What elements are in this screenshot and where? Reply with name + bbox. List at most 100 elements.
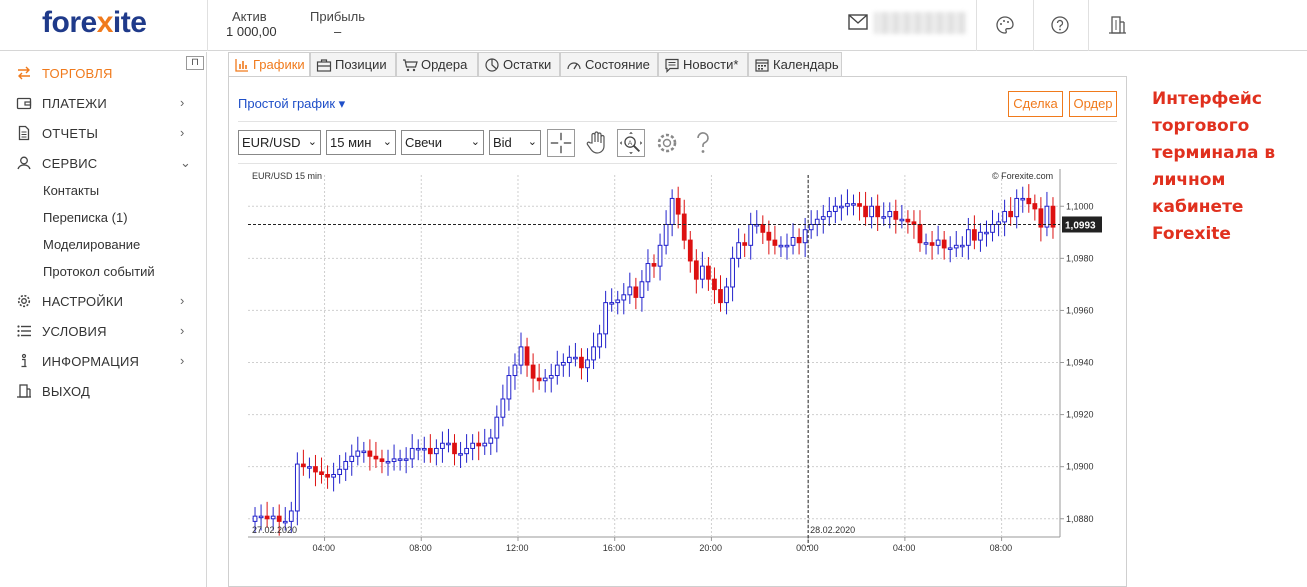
candle-bearish (530, 364, 536, 379)
candle-bullish (252, 515, 258, 522)
chevron-down-icon: ⌄ (527, 136, 537, 148)
candle-bullish (560, 362, 566, 366)
sidebar-item-payments[interactable]: ПЛАТЕЖИ › (0, 90, 206, 116)
palette-icon[interactable] (994, 14, 1016, 36)
profit-stat: Прибыль – (310, 9, 365, 39)
tab-news[interactable]: Новости* (658, 52, 748, 76)
candlestick-chart-svg[interactable]: 1,1000 1,0980 1,0960 1,0940 1,0920 1,0900 1,08… (238, 165, 1118, 575)
sidebar-item-information[interactable]: ИНФОРМАЦИЯ › (0, 348, 206, 374)
tab-calendar[interactable]: Календарь (748, 52, 842, 76)
candle-bullish (639, 281, 645, 298)
y-tick-label: 1,0900 (1066, 462, 1094, 472)
x-tick-label: 16:00 (603, 543, 626, 553)
chevron-right-icon: › (180, 323, 185, 338)
chevron-right-icon: › (180, 125, 185, 140)
sidebar-item-trading[interactable]: ТОРГОВЛЯ (0, 60, 206, 86)
sidebar-subitem-contacts[interactable]: Контакты (43, 183, 99, 198)
wallet-icon (16, 97, 32, 110)
candle-bullish (730, 257, 735, 288)
candle-bearish (373, 455, 379, 460)
simple-chart-dropdown[interactable]: Простой график ▾ (238, 96, 345, 112)
tab-positions[interactable]: Позиции (310, 52, 396, 76)
candle-bullish (391, 458, 397, 462)
candle-bullish (500, 398, 506, 418)
candle-bullish (826, 210, 832, 218)
candle-bearish (1026, 197, 1032, 205)
price-side-select[interactable]: Bid ⌄ (489, 130, 541, 155)
sidebar-item-label: СЕРВИС (42, 156, 98, 171)
sidebar-subitem-messages[interactable]: Переписка (1) (43, 210, 128, 225)
candle-bullish (851, 203, 856, 206)
sidebar-item-service[interactable]: СЕРВИС ⌄ (0, 150, 206, 176)
building-icon[interactable] (1106, 14, 1128, 36)
candle-bearish (325, 473, 330, 478)
candle-bearish (693, 260, 699, 280)
candle-bullish (458, 453, 463, 456)
y-tick-label: 1,0980 (1066, 253, 1094, 263)
sidebar-subitem-event-log[interactable]: Протокол событий (43, 264, 155, 279)
candle-bearish (905, 218, 911, 223)
candle-bearish (524, 346, 530, 366)
candle-bearish (972, 229, 977, 241)
candle-bullish (591, 346, 596, 361)
sidebar-item-reports[interactable]: ОТЧЕТЫ › (0, 120, 206, 146)
chevron-down-icon: ⌄ (307, 136, 317, 148)
x-tick-label: 04:00 (893, 543, 916, 553)
profit-value: – (334, 24, 342, 39)
candle-bearish (427, 447, 433, 455)
mail-icon[interactable] (848, 14, 868, 30)
candle-bullish (482, 442, 488, 447)
candle-bullish (554, 364, 560, 377)
candle-bullish (518, 346, 524, 366)
candle-bullish (294, 463, 300, 512)
candle-bullish (984, 231, 989, 235)
deal-button[interactable]: Сделка (1008, 91, 1063, 117)
chart-type-select[interactable]: Свечи ⌄ (401, 130, 484, 155)
charts-panel: Простой график ▾ Сделка Ордер EUR/USD ⌄ 1… (228, 76, 1127, 587)
candle-bearish (276, 515, 282, 522)
candle-bullish (542, 377, 548, 382)
candle-bullish (669, 197, 675, 225)
tab-label: Остатки (503, 57, 552, 72)
tab-charts[interactable]: Графики (228, 52, 310, 77)
header-divider (1033, 0, 1034, 51)
crosshair-icon[interactable] (547, 129, 575, 157)
candle-bullish (699, 265, 705, 280)
candle-bearish (651, 263, 657, 267)
timeframe-select[interactable]: 15 мин ⌄ (326, 130, 396, 155)
svg-text:A: A (628, 140, 633, 147)
hand-pan-icon[interactable] (583, 129, 611, 157)
y-tick-label: 1,0960 (1066, 305, 1094, 315)
sidebar-subitem-modeling[interactable]: Моделирование (43, 237, 140, 252)
chevron-right-icon: › (180, 95, 185, 110)
sidebar-item-settings[interactable]: НАСТРОЙКИ › (0, 288, 206, 314)
sidebar-item-conditions[interactable]: УСЛОВИЯ › (0, 318, 206, 344)
tab-orders[interactable]: Ордера (396, 52, 478, 76)
candle-bullish (566, 356, 572, 364)
order-button[interactable]: Ордер (1069, 91, 1117, 117)
tab-status[interactable]: Состояние (560, 52, 658, 76)
tab-label: Новости* (683, 57, 739, 72)
gear-icon[interactable] (653, 129, 681, 157)
candle-bullish (663, 223, 669, 246)
candle-bullish (1044, 205, 1050, 228)
chart-title-right: © Forexite.com (992, 171, 1053, 181)
y-tick-label: 1,0940 (1066, 358, 1094, 368)
candle-bullish (337, 468, 343, 475)
symbol-select[interactable]: EUR/USD ⌄ (238, 130, 321, 155)
candle-bullish (403, 458, 409, 461)
zoom-icon[interactable]: A (617, 129, 645, 157)
x-tick-label: 00:00 (796, 543, 819, 553)
candle-bullish (657, 244, 663, 267)
tab-balances[interactable]: Остатки (478, 52, 560, 76)
chevron-down-icon: ⌄ (382, 136, 392, 148)
candle-bullish (814, 218, 820, 225)
forexite-logo[interactable]: forexite (42, 6, 147, 40)
header-divider (207, 0, 208, 51)
price-chart[interactable]: 1,1000 1,0980 1,0960 1,0940 1,0920 1,0900 1,08… (238, 165, 1118, 575)
help-icon[interactable] (1049, 14, 1071, 36)
help-icon[interactable] (689, 129, 717, 157)
gear-icon (17, 294, 31, 308)
candle-bullish (978, 231, 983, 241)
sidebar-item-exit[interactable]: ВЫХОД (0, 378, 206, 404)
